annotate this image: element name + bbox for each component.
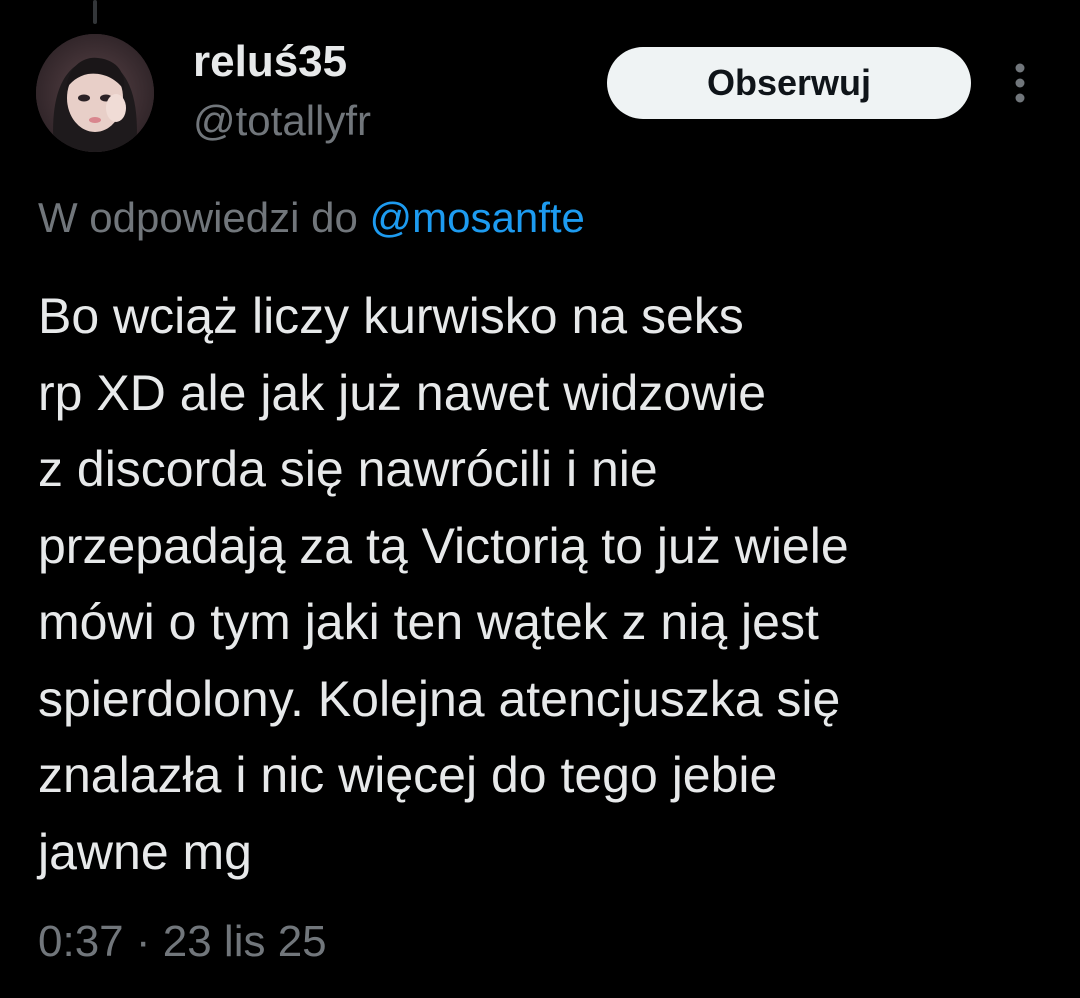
tweet-date[interactable]: 23 lis 25 (163, 917, 327, 966)
more-vertical-icon (1015, 63, 1025, 103)
tweet-text-line: znalazła i nic więcej do tego jebie (38, 747, 778, 803)
reply-mention-link[interactable]: @mosanfte (370, 194, 585, 241)
meta-separator: · (135, 917, 151, 966)
profile-photo-icon (36, 34, 154, 152)
follow-button[interactable]: Obserwuj (607, 47, 971, 119)
author-handle[interactable]: @totallyfr (193, 96, 371, 146)
tweet-text-line: rp XD ale jak już nawet widzowie (38, 364, 767, 421)
tweet-text-line: Bo wciąż liczy kurwisko na seks (38, 288, 744, 344)
reply-context-prefix: W odpowiedzi do (38, 194, 358, 241)
tweet-text-line: jawne mg (38, 823, 252, 880)
thread-connector-line (93, 0, 97, 24)
tweet-text: Bo wciąż liczy kurwisko na seks rp XD al… (38, 278, 1048, 890)
avatar[interactable] (36, 34, 154, 152)
tweet-text-line: spierdolony. Kolejna atencjuszka się (38, 670, 841, 727)
tweet-text-line: mówi o tym jaki ten wątek z nią jest (38, 594, 819, 650)
tweet-timestamp: 0:37 · 23 lis 25 (38, 914, 327, 970)
tweet-text-line: przepadają za tą Victorią to już wiele (38, 517, 849, 574)
tweet-text-line: z discorda się nawrócili i nie (38, 441, 658, 497)
more-options-button[interactable] (1000, 58, 1040, 108)
reply-context: W odpowiedzi do @mosanfte (38, 192, 585, 244)
author-display-name[interactable]: reluś35 (193, 36, 347, 88)
tweet-time[interactable]: 0:37 (38, 917, 124, 966)
